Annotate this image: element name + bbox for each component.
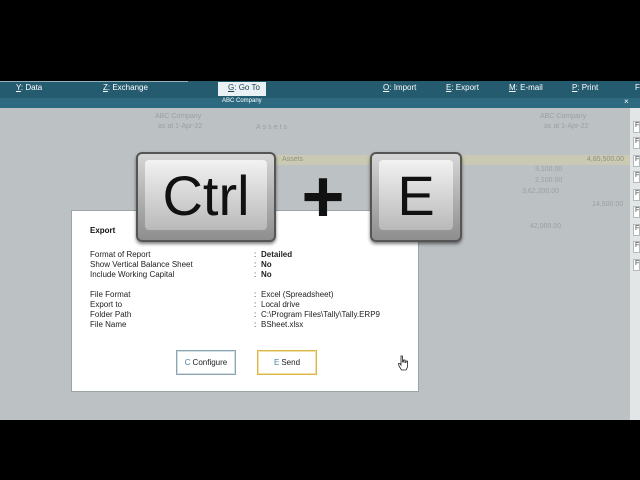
- send-button[interactable]: E Send: [257, 350, 317, 375]
- row-format-of-report[interactable]: Format of Report: Detailed: [90, 250, 410, 260]
- bg-value-4: 14,500.00: [592, 201, 624, 208]
- bg-value-1: 3,100.00: [535, 166, 563, 173]
- menu-exchange[interactable]: Z: Exchange: [103, 83, 148, 92]
- right-panel-button-7[interactable]: F: [633, 224, 640, 236]
- menu-email[interactable]: M: E-mail: [509, 83, 543, 92]
- configure-button[interactable]: C Configure: [176, 350, 236, 375]
- bg-row-value: 4,85,500.00: [587, 156, 624, 163]
- bg-value-3: 3,62,200.00: [522, 188, 559, 195]
- window-title-bar: ABC Company ×: [0, 97, 640, 108]
- right-panel-button-4[interactable]: F: [633, 171, 640, 183]
- window-title: ABC Company: [222, 98, 262, 104]
- ctrl-key-icon: Ctrl: [136, 152, 276, 242]
- hand-cursor-icon: [398, 355, 408, 371]
- row-show-vertical-balance-sheet[interactable]: Show Vertical Balance Sheet: No: [90, 260, 410, 270]
- bg-value-2: 2,100.00: [535, 177, 563, 184]
- e-key-icon: E: [370, 152, 462, 242]
- top-menu-bar: Y: Data Z: Exchange G: Go To O: Import E…: [0, 81, 640, 98]
- bg-period-left: as at 1-Apr-22: [158, 123, 203, 130]
- menu-import[interactable]: O: Import: [383, 83, 416, 92]
- bg-value-5: 42,000.00: [530, 223, 562, 230]
- plus-sign: +: [301, 155, 345, 238]
- bg-company-left: ABC Company: [155, 113, 202, 120]
- e-key-label: E: [397, 164, 435, 227]
- ctrl-key-label: Ctrl: [162, 164, 250, 227]
- letterbox-bottom: [0, 420, 640, 480]
- right-panel-button-1[interactable]: F: [633, 121, 640, 133]
- right-panel-button-9[interactable]: F: [633, 259, 640, 271]
- right-panel-button-5[interactable]: F: [633, 189, 640, 201]
- menu-goto[interactable]: G: Go To: [218, 82, 266, 96]
- right-panel-button-3[interactable]: F: [633, 155, 640, 167]
- dialog-title: Export: [90, 226, 116, 235]
- right-panel-button-6[interactable]: F: [633, 206, 640, 218]
- letterbox-top: [0, 0, 640, 81]
- menu-f-partial[interactable]: F: [635, 83, 640, 92]
- row-export-to[interactable]: Export to: Local drive: [90, 300, 410, 310]
- bg-period-right: as at 1-Apr-22: [544, 123, 589, 130]
- row-include-working-capital[interactable]: Include Working Capital: No: [90, 270, 410, 280]
- bg-company-right: ABC Company: [540, 113, 587, 120]
- menu-export[interactable]: E: Export: [446, 83, 479, 92]
- close-icon[interactable]: ×: [624, 97, 629, 106]
- right-panel-button-2[interactable]: F: [633, 137, 640, 149]
- row-folder-path[interactable]: Folder Path: C:\Program Files\Tally\Tally…: [90, 310, 410, 320]
- menu-divider: [0, 81, 188, 82]
- row-file-name[interactable]: File Name: BSheet.xlsx: [90, 320, 410, 330]
- menu-data[interactable]: Y: Data: [16, 83, 42, 92]
- row-file-format[interactable]: File Format: Excel (Spreadsheet): [90, 290, 410, 300]
- menu-print[interactable]: P: Print: [572, 83, 598, 92]
- right-panel-button-8[interactable]: F: [633, 241, 640, 253]
- bg-heading: Assets: [256, 124, 290, 131]
